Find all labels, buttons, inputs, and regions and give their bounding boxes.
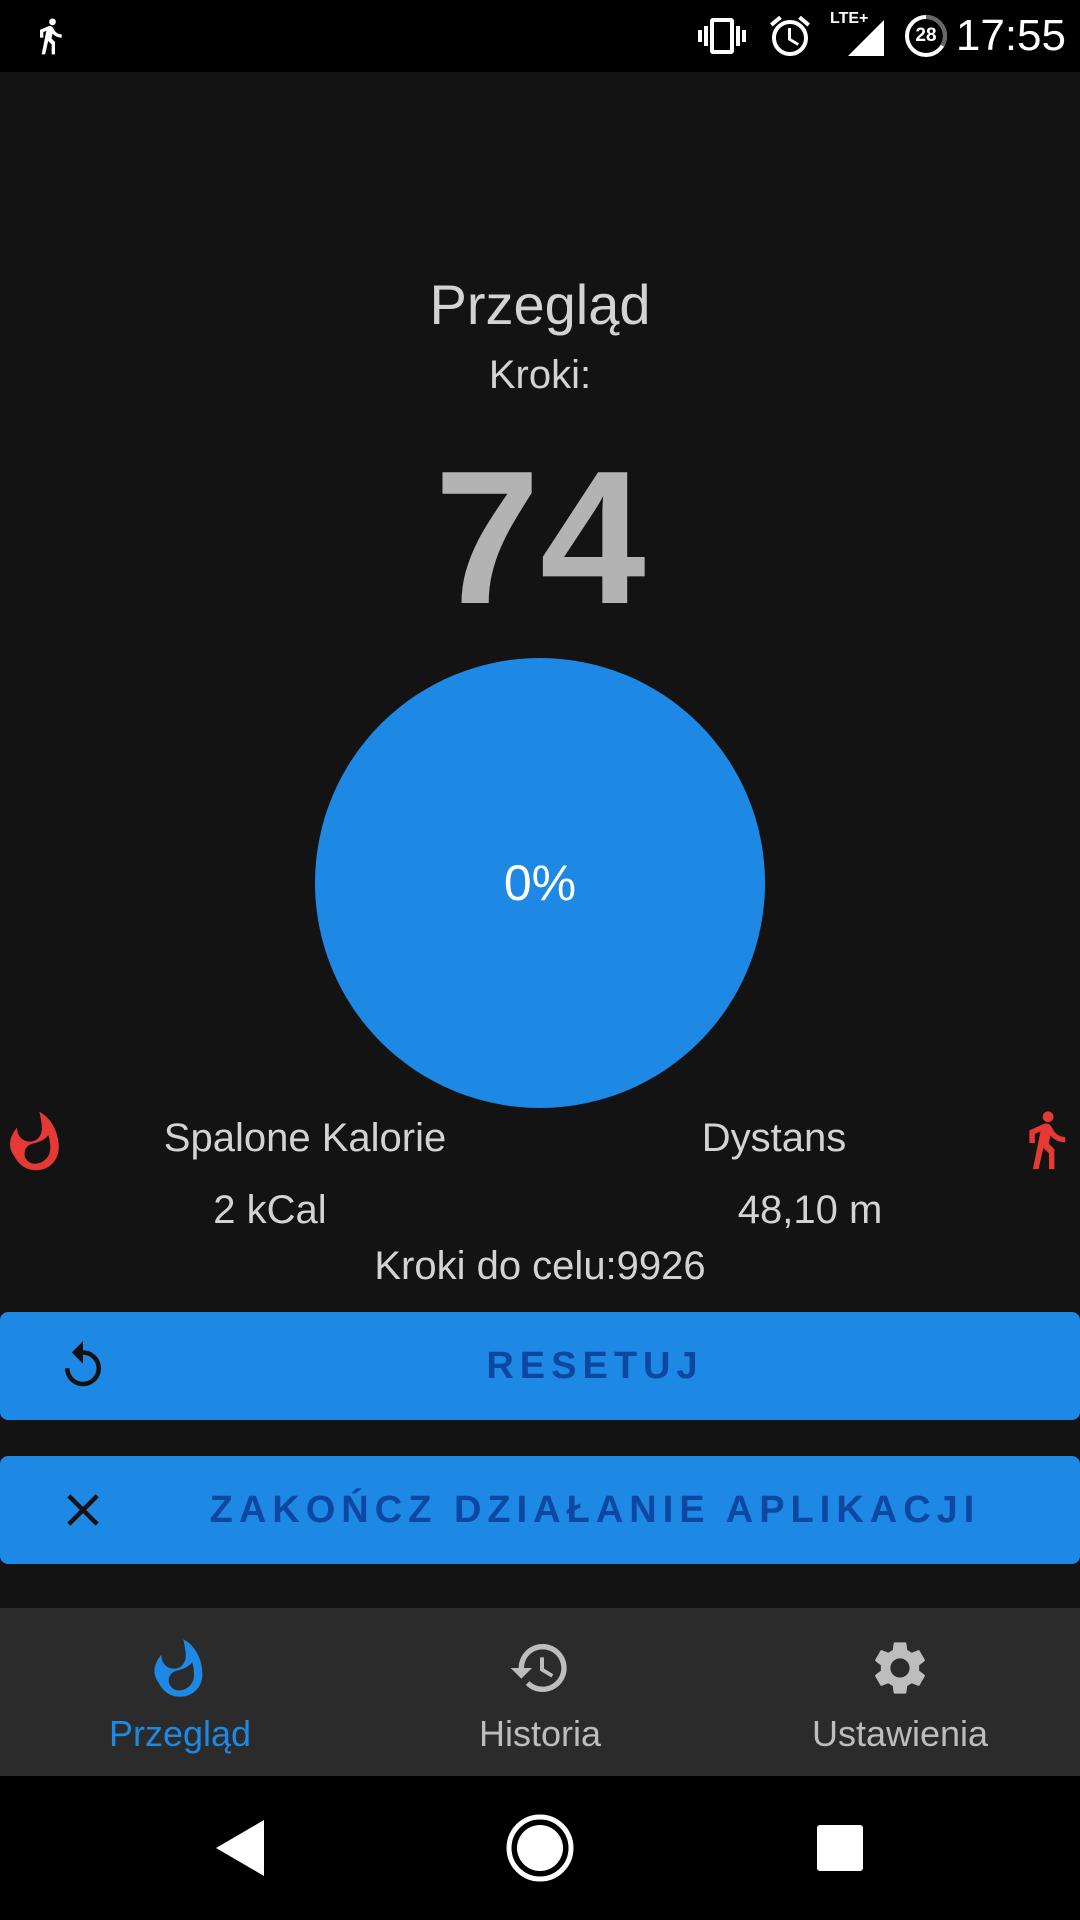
- recents-icon[interactable]: [800, 1808, 880, 1888]
- nav-item-history[interactable]: Historia: [360, 1608, 720, 1776]
- nav-label-overview: Przegląd: [108, 1713, 252, 1754]
- page-title: Przegląd: [429, 273, 651, 336]
- steps-to-goal: Kroki do celu:9926: [374, 1244, 706, 1288]
- app-screen: LTE+ 28 17:55 Przegląd Kroki: 74 0% Spal…: [0, 0, 1080, 1920]
- back-icon[interactable]: [200, 1808, 280, 1888]
- status-time: 17:55: [955, 11, 1066, 60]
- exit-app-button-label: ZAKOŃCZ DZIAŁANIE APLIKACJI: [209, 1488, 981, 1531]
- exit-app-button[interactable]: ZAKOŃCZ DZIAŁANIE APLIKACJI: [0, 1456, 1080, 1564]
- flame-icon: [148, 1636, 212, 1700]
- distance-label: Dystans: [701, 1116, 847, 1160]
- calories-value: 2 kCal: [213, 1188, 327, 1232]
- reset-icon: [56, 1339, 110, 1393]
- history-icon: [508, 1636, 572, 1700]
- walking-person-icon: [1020, 1108, 1070, 1176]
- nav-item-overview[interactable]: Przegląd: [0, 1608, 360, 1776]
- battery-saver-icon: 28: [900, 12, 952, 60]
- bottom-navigation: Przegląd Historia Ustawienia: [0, 1608, 1080, 1776]
- reset-button-label: RESETUJ: [486, 1344, 704, 1387]
- nav-label-settings: Ustawienia: [811, 1713, 989, 1754]
- flame-icon: [10, 1108, 62, 1174]
- steps-label: Kroki:: [488, 353, 592, 397]
- progress-percent: 0%: [503, 855, 577, 911]
- progress-circle: 0%: [315, 658, 765, 1108]
- alarm-icon: [766, 12, 814, 65]
- calories-label: Spalone Kalorie: [163, 1116, 447, 1160]
- walking-person-icon: [30, 12, 70, 60]
- status-bar: LTE+ 28 17:55: [0, 0, 1080, 72]
- close-icon: [56, 1483, 110, 1537]
- nav-label-history: Historia: [478, 1713, 602, 1754]
- distance-value: 48,10 m: [737, 1188, 883, 1232]
- system-navigation-bar: [0, 1776, 1080, 1920]
- steps-count: 74: [434, 432, 646, 644]
- home-icon[interactable]: [500, 1808, 580, 1888]
- reset-button[interactable]: RESETUJ: [0, 1312, 1080, 1420]
- vibrate-icon: [694, 12, 750, 65]
- nav-item-settings[interactable]: Ustawienia: [720, 1608, 1080, 1776]
- battery-level: 28: [915, 25, 937, 46]
- lte-signal-icon: LTE+: [828, 10, 888, 60]
- gear-icon: [868, 1636, 932, 1700]
